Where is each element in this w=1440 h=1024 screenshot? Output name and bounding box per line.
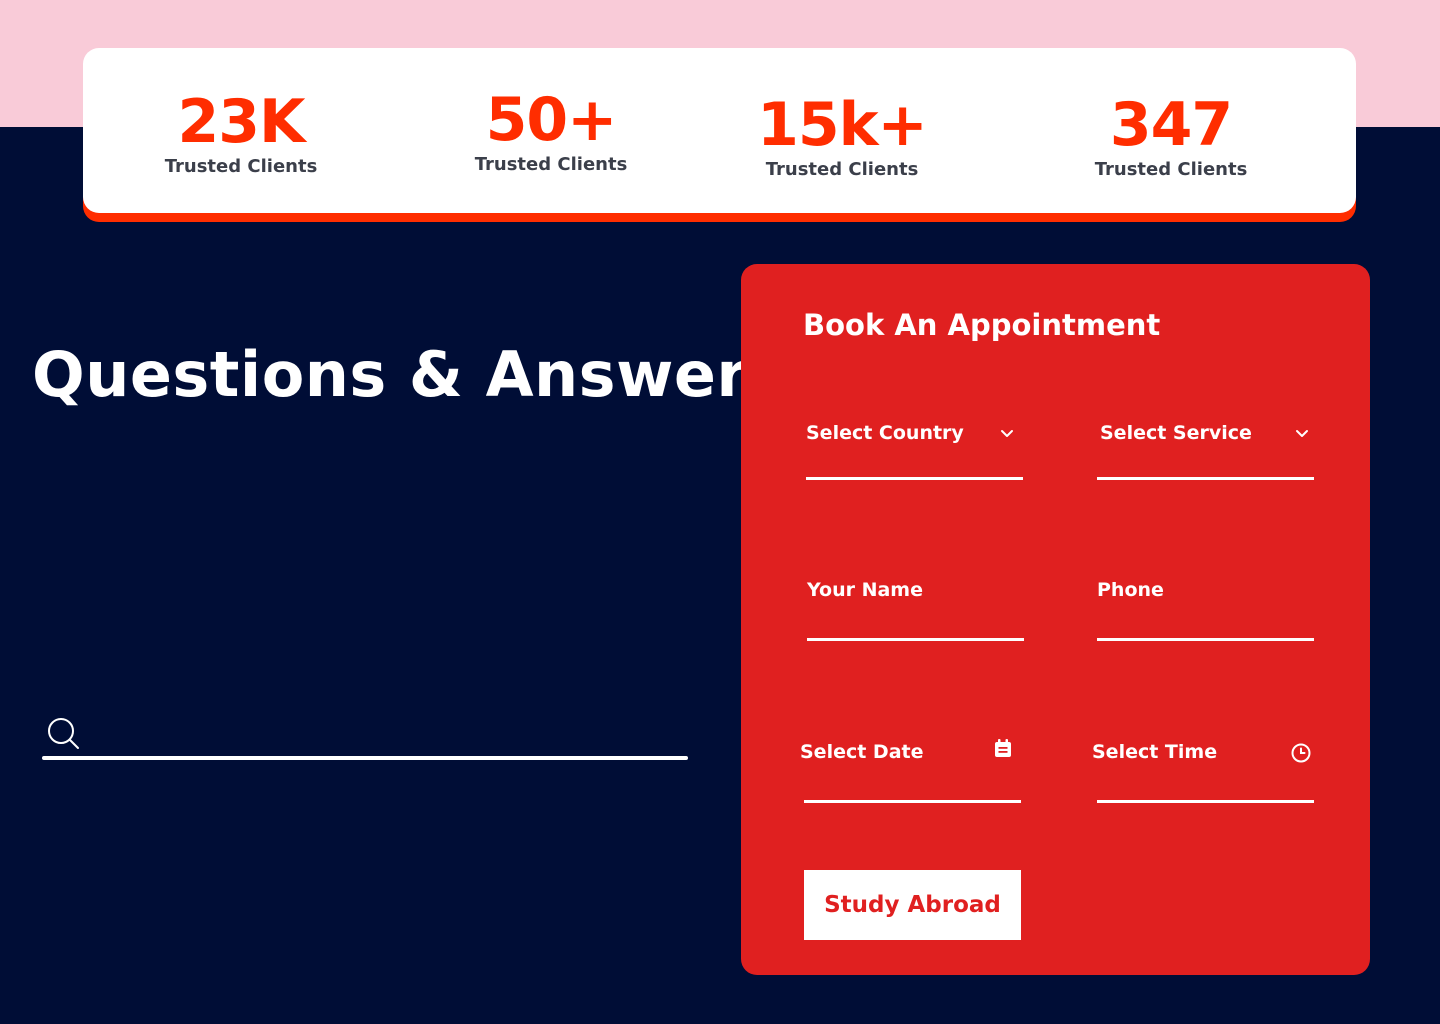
qa-title: Questions & Answers bbox=[32, 338, 785, 411]
stat-label: Trusted Clients bbox=[474, 154, 628, 175]
chevron-down-icon bbox=[1001, 430, 1013, 437]
stat-item: 50+ Trusted Clients bbox=[441, 87, 661, 177]
search-icon[interactable] bbox=[46, 716, 80, 750]
field-underline bbox=[807, 638, 1024, 641]
stat-label: Trusted Clients bbox=[1094, 159, 1248, 180]
stat-item: 347 Trusted Clients bbox=[1061, 92, 1281, 182]
select-service-dropdown[interactable]: Select Service bbox=[1097, 420, 1314, 480]
field-underline bbox=[1097, 477, 1314, 480]
your-name-field[interactable]: Your Name bbox=[807, 577, 1024, 641]
stat-value: 50+ bbox=[485, 85, 618, 155]
phone-label: Phone bbox=[1097, 579, 1164, 601]
select-country-dropdown[interactable]: Select Country bbox=[806, 420, 1023, 480]
stat-label: Trusted Clients bbox=[765, 159, 919, 180]
select-country-label: Select Country bbox=[806, 422, 964, 444]
select-service-label: Select Service bbox=[1100, 422, 1252, 444]
field-underline bbox=[806, 477, 1023, 480]
stats-card: 23K Trusted Clients 50+ Trusted Clients … bbox=[83, 48, 1356, 213]
stat-value: 347 bbox=[1109, 90, 1233, 160]
search-input[interactable] bbox=[94, 718, 688, 752]
stat-value: 23K bbox=[177, 87, 306, 157]
phone-field[interactable]: Phone bbox=[1097, 577, 1314, 641]
qa-search bbox=[42, 712, 688, 762]
select-date-label: Select Date bbox=[800, 741, 924, 763]
form-title: Book An Appointment bbox=[803, 308, 1161, 342]
select-time-field[interactable]: Select Time bbox=[1092, 739, 1314, 803]
field-underline bbox=[804, 800, 1021, 803]
stat-label: Trusted Clients bbox=[164, 156, 318, 177]
stat-value: 15k+ bbox=[757, 90, 928, 160]
study-abroad-button[interactable]: Study Abroad bbox=[804, 870, 1021, 940]
field-underline bbox=[1097, 800, 1314, 803]
clock-icon[interactable] bbox=[1290, 742, 1312, 764]
stat-item: 15k+ Trusted Clients bbox=[732, 92, 952, 182]
stat-item: 23K Trusted Clients bbox=[131, 89, 351, 179]
chevron-down-icon bbox=[1296, 430, 1308, 437]
select-date-field[interactable]: Select Date bbox=[800, 737, 1021, 803]
calendar-icon[interactable] bbox=[992, 737, 1014, 759]
appointment-form: Book An Appointment Select Country Selec… bbox=[741, 264, 1370, 975]
field-underline bbox=[1097, 638, 1314, 641]
search-underline bbox=[42, 756, 688, 760]
select-time-label: Select Time bbox=[1092, 741, 1218, 763]
your-name-label: Your Name bbox=[807, 579, 923, 601]
